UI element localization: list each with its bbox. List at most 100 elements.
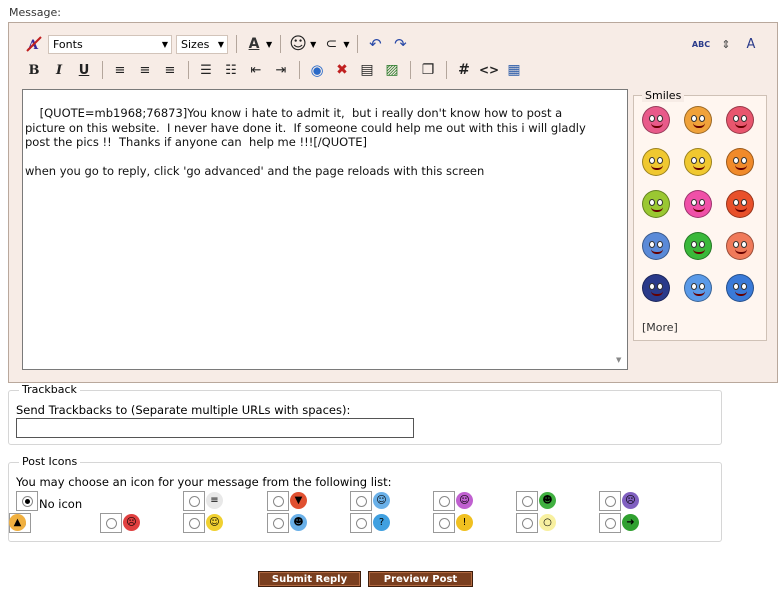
post-icon-radio[interactable] [267,513,289,533]
post-icon-radio[interactable] [350,491,372,511]
post-icon-radio[interactable] [516,491,538,511]
radio-button[interactable] [439,518,450,529]
remove-format-icon[interactable]: A [23,33,45,55]
align-right-icon[interactable]: ≡ [159,59,181,81]
scroll-down-icon[interactable]: ▼ [616,353,621,367]
chevron-down-icon[interactable]: ▼ [266,40,272,49]
smilie-icon[interactable] [642,274,670,302]
unordered-list-icon[interactable]: ☷ [220,59,242,81]
question-icon: ? [373,514,390,531]
toolbar-separator [280,35,282,53]
post-icon-radio[interactable] [599,491,621,511]
smilie-icon[interactable] [726,106,754,134]
insert-email-icon[interactable]: ▤ [356,59,378,81]
smilie-mouth [735,123,747,128]
post-icon-radio[interactable] [516,513,538,533]
attachment-icon[interactable]: ⊂ [320,33,342,55]
smilie-icon[interactable] [726,232,754,260]
smilie-eye [741,283,747,290]
font-color-button[interactable]: A [243,33,265,55]
ordered-list-icon[interactable]: ☰ [195,59,217,81]
smilie-eye [657,115,663,122]
align-left-icon[interactable]: ≡ [109,59,131,81]
post-icon-radio[interactable] [267,491,289,511]
smilie-icon[interactable]: ☺ [287,33,309,55]
radio-button[interactable] [522,518,533,529]
font-select[interactable]: Fonts ▼ [48,34,172,54]
textarea-scrollbar[interactable]: ▼ [612,90,627,369]
post-icon-radio[interactable] [433,491,455,511]
post-icon-radio[interactable] [183,491,205,511]
toolbar-separator [236,35,237,53]
undo-icon[interactable]: ↶ [364,33,386,55]
size-select[interactable]: Sizes ▼ [176,34,228,54]
post-icon-radio[interactable] [183,513,205,533]
radio-selected[interactable] [22,496,33,507]
smilie-eye [657,157,663,164]
smilie-icon[interactable] [642,190,670,218]
smilie-icon[interactable] [684,274,712,302]
smilie-icon[interactable] [642,232,670,260]
hash-icon[interactable]: # [453,59,475,81]
post-icon-radio[interactable] [350,513,372,533]
radio-button[interactable] [356,496,367,507]
smilie-icon[interactable] [642,106,670,134]
resize-icon[interactable]: ⇕ [715,33,737,55]
smiles-title: Smiles [642,89,685,102]
smilie-icon[interactable] [684,148,712,176]
radio-button[interactable] [106,518,117,529]
text-size-icon[interactable]: A [740,33,762,55]
indent-icon[interactable]: ⇥ [270,59,292,81]
grin-icon: ☻ [539,492,556,509]
html-icon[interactable]: ▦ [503,59,525,81]
radio-button[interactable] [273,496,284,507]
code-icon[interactable]: <> [478,59,500,81]
preview-post-button[interactable]: Preview Post [368,571,473,587]
post-icon-radio[interactable] [433,513,455,533]
remove-link-icon[interactable]: ✖ [331,59,353,81]
spell-check-icon[interactable]: ABC [690,33,712,55]
smile-cell [684,106,726,148]
message-textarea[interactable]: [QUOTE=mb1968;76873]You know i hate to a… [22,89,628,370]
smilie-icon[interactable] [726,148,754,176]
thumbs-down-icon: ▼ [290,492,307,509]
chevron-down-icon[interactable]: ▼ [310,40,316,49]
post-icons-section: Post Icons You may choose an icon for yo… [8,455,722,542]
smilie-eye [733,283,739,290]
insert-image-icon[interactable]: ▨ [381,59,403,81]
smilie-eye [699,241,705,248]
radio-button[interactable] [605,496,616,507]
more-smiles-link[interactable]: [More] [642,321,678,334]
smilie-icon[interactable] [726,190,754,218]
font-color-icon: A [248,36,260,52]
bold-button[interactable]: B [23,59,45,81]
radio-button[interactable] [605,518,616,529]
radio-button[interactable] [189,496,200,507]
outdent-icon[interactable]: ⇤ [245,59,267,81]
submit-reply-button[interactable]: Submit Reply [258,571,361,587]
post-icon-radio[interactable] [100,513,122,533]
toolbar-right: ABC ⇕ A [690,33,765,55]
trackback-input[interactable] [16,418,414,438]
smilie-icon[interactable] [642,148,670,176]
radio-button[interactable] [439,496,450,507]
align-center-icon[interactable]: ≡ [134,59,156,81]
smilie-icon[interactable] [684,106,712,134]
redo-icon[interactable]: ↷ [389,33,411,55]
post-icons-prompt: You may choose an icon for your message … [16,475,392,489]
radio-button[interactable] [356,518,367,529]
radio-button[interactable] [522,496,533,507]
underline-button[interactable]: U [73,59,95,81]
happy-icon: ☺ [206,514,223,531]
post-icon-radio[interactable] [599,513,621,533]
italic-button[interactable]: I [48,59,70,81]
chevron-down-icon[interactable]: ▼ [343,40,349,49]
insert-link-icon[interactable]: ◉ [306,59,328,81]
radio-button[interactable] [189,518,200,529]
quote-icon[interactable]: ❐ [417,59,439,81]
smilie-icon[interactable] [684,232,712,260]
radio-button[interactable] [273,518,284,529]
smilie-icon[interactable] [684,190,712,218]
no-icon-radio[interactable] [16,491,38,511]
smilie-icon[interactable] [726,274,754,302]
